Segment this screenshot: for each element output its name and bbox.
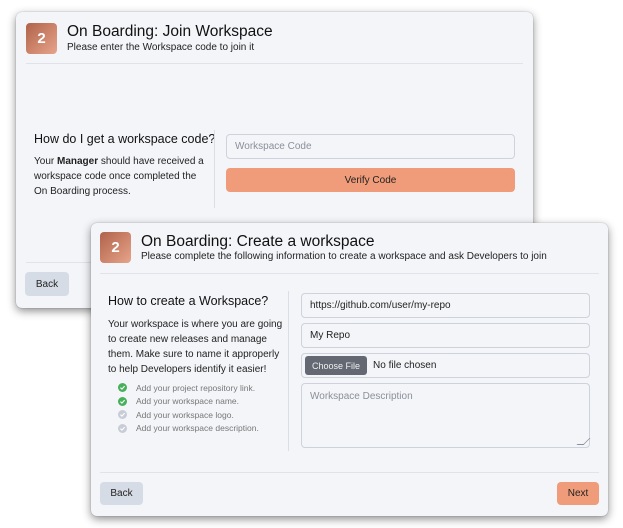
step-badge: 2	[100, 232, 131, 263]
logo-file-input[interactable]: Choose File No file chosen	[301, 353, 590, 378]
checklist-item: Add your workspace description.	[118, 422, 259, 436]
column-divider	[214, 130, 215, 208]
header-divider	[26, 63, 523, 64]
help-text: Your workspace is where you are going to…	[108, 319, 283, 375]
choose-file-button[interactable]: Choose File	[305, 356, 368, 375]
checklist-item: Add your workspace logo.	[118, 408, 259, 422]
back-button[interactable]: Back	[100, 482, 143, 505]
column-divider	[288, 291, 289, 451]
checklist-item: Add your workspace name.	[118, 395, 259, 409]
description-wrapper	[301, 383, 591, 448]
help-text: Your Manager should have received a work…	[34, 156, 204, 197]
workspace-name-input[interactable]	[301, 323, 590, 348]
verify-code-button[interactable]: Verify Code	[226, 168, 515, 192]
card-subtitle: Please enter the Workspace code to join …	[67, 42, 255, 53]
file-status-text: No file chosen	[373, 360, 437, 371]
check-icon	[118, 423, 127, 433]
card-title: On Boarding: Create a workspace	[141, 233, 375, 250]
help-title: How do I get a workspace code?	[34, 132, 216, 146]
checklist-item: Add your project repository link.	[118, 381, 259, 395]
card-title: On Boarding: Join Workspace	[67, 23, 273, 40]
help-title: How to create a Workspace?	[108, 294, 269, 308]
back-button[interactable]: Back	[25, 272, 69, 296]
check-icon	[118, 396, 127, 406]
requirements-checklist: Add your project repository link. Add yo…	[118, 381, 259, 435]
workspace-code-input[interactable]	[226, 134, 515, 159]
card-subtitle: Please complete the following informatio…	[141, 251, 547, 262]
step-badge: 2	[26, 23, 57, 54]
check-icon	[118, 410, 127, 420]
check-icon	[118, 383, 127, 393]
repository-url-input[interactable]	[301, 293, 590, 318]
create-workspace-card: 2 On Boarding: Create a workspace Please…	[91, 223, 608, 516]
footer-divider	[100, 472, 599, 473]
header-divider	[100, 273, 599, 274]
manager-emphasis: Manager	[56, 156, 99, 167]
next-button[interactable]: Next	[557, 482, 599, 505]
workspace-description-input[interactable]	[301, 383, 590, 448]
